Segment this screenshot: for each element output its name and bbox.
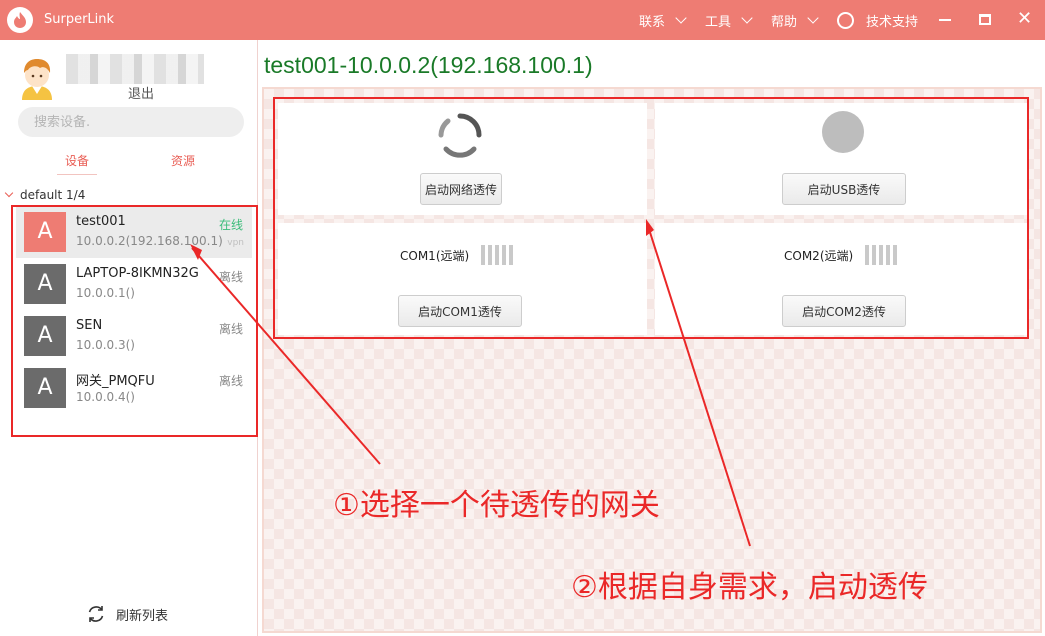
menu-support[interactable]: 技术支持 (837, 11, 918, 30)
device-ip: 10.0.0.2(192.168.100.1) (76, 234, 223, 248)
com2-status: COM2(远端) (784, 245, 898, 265)
device-avatar: A (24, 368, 66, 408)
close-icon: ✕ (1017, 8, 1033, 29)
annotation-step-2: ②根据自身需求，启动透传 (571, 570, 928, 605)
device-name: test001 (76, 214, 126, 229)
chevron-down-icon (741, 12, 753, 24)
start-com2-button[interactable]: 启动COM2透传 (782, 295, 906, 327)
device-ip: 10.0.0.4() (76, 390, 135, 404)
menu-contact[interactable]: 联系 (639, 11, 687, 30)
page-title: test001-10.0.0.2(192.168.100.1) (264, 52, 593, 78)
chevron-down-icon (675, 12, 687, 24)
device-status: 在线 (218, 218, 243, 232)
menu-tools[interactable]: 工具 (705, 11, 753, 30)
device-name: 网关_PMQFU (76, 374, 155, 389)
device-row[interactable]: A SEN 10.0.0.3() 离线 (16, 310, 252, 362)
support-icon (837, 12, 854, 29)
device-vpn-tag: vpn (227, 238, 244, 248)
com2-label: COM2(远端) (784, 248, 854, 263)
start-usb-button[interactable]: 启动USB透传 (782, 173, 906, 205)
start-com1-button[interactable]: 启动COM1透传 (398, 295, 522, 327)
device-avatar: A (24, 264, 66, 304)
chevron-down-icon (4, 188, 14, 198)
menu-contact-label: 联系 (639, 15, 666, 30)
com1-cell: COM1(远端) 启动COM1透传 (278, 223, 647, 335)
refresh-icon (88, 606, 104, 622)
device-ip: 10.0.0.1() (76, 286, 135, 300)
device-name: SEN (76, 318, 103, 333)
logout-link[interactable]: 退出 (128, 83, 154, 102)
annotation-step-1: ①选择一个待透传的网关 (333, 488, 660, 523)
tab-devices[interactable]: 设备 (65, 152, 89, 169)
search-input[interactable] (18, 107, 244, 137)
start-network-button[interactable]: 启动网络透传 (420, 173, 502, 205)
app-logo-icon (7, 7, 33, 33)
device-row[interactable]: A LAPTOP-8IKMN32G 10.0.0.1() 离线 (16, 258, 252, 310)
menu-tools-label: 工具 (705, 15, 732, 30)
maximize-button[interactable] (965, 0, 1005, 40)
device-avatar: A (24, 316, 66, 356)
chevron-down-icon (807, 12, 819, 24)
signal-bars-icon (865, 245, 898, 265)
minimize-icon (939, 19, 951, 21)
menu-help[interactable]: 帮助 (771, 11, 819, 30)
device-status: 离线 (218, 374, 243, 388)
menu-support-label: 技术支持 (866, 15, 919, 30)
app-title: SurperLink (44, 12, 115, 27)
close-button[interactable]: ✕ (1005, 0, 1045, 40)
title-bar: SurperLink 联系 工具 帮助 技术支持 ✕ (0, 0, 1045, 40)
transfer-panel: 启动网络透传 启动USB透传 COM1(远端) 启动COM1透传 COM2(远端… (262, 87, 1042, 633)
device-status: 离线 (218, 322, 243, 336)
device-row[interactable]: A 网关_PMQFU 10.0.0.4() 离线 (16, 362, 252, 414)
sidebar: 退出 设备 资源 default 1/4 A test001 10.0.0.2(… (0, 40, 258, 636)
usb-cell: 启动USB透传 (655, 103, 1028, 215)
refresh-label: 刷新列表 (116, 608, 169, 624)
com2-cell: COM2(远端) 启动COM2透传 (655, 223, 1028, 335)
device-ip: 10.0.0.3() (76, 338, 135, 352)
maximize-icon (979, 14, 991, 25)
device-name: LAPTOP-8IKMN32G (76, 266, 199, 281)
device-row[interactable]: A test001 10.0.0.2(192.168.100.1) 在线 vpn (16, 206, 252, 258)
tab-resources[interactable]: 资源 (171, 152, 195, 169)
user-avatar[interactable] (16, 54, 58, 100)
device-group-header[interactable]: default 1/4 (4, 188, 86, 202)
com1-label: COM1(远端) (400, 248, 470, 263)
group-name: default 1/4 (20, 188, 86, 202)
menu-help-label: 帮助 (771, 15, 798, 30)
minimize-button[interactable] (925, 0, 965, 40)
refresh-list-button[interactable]: 刷新列表 (86, 604, 168, 624)
signal-bars-icon (481, 245, 514, 265)
device-status: 离线 (218, 270, 243, 284)
tab-active-indicator (57, 174, 97, 175)
loading-spinner-icon (438, 113, 482, 158)
network-cell: 启动网络透传 (278, 103, 647, 215)
device-avatar: A (24, 212, 66, 252)
usb-status-icon (822, 111, 864, 153)
com1-status: COM1(远端) (400, 245, 514, 265)
username-blurred (66, 54, 204, 84)
